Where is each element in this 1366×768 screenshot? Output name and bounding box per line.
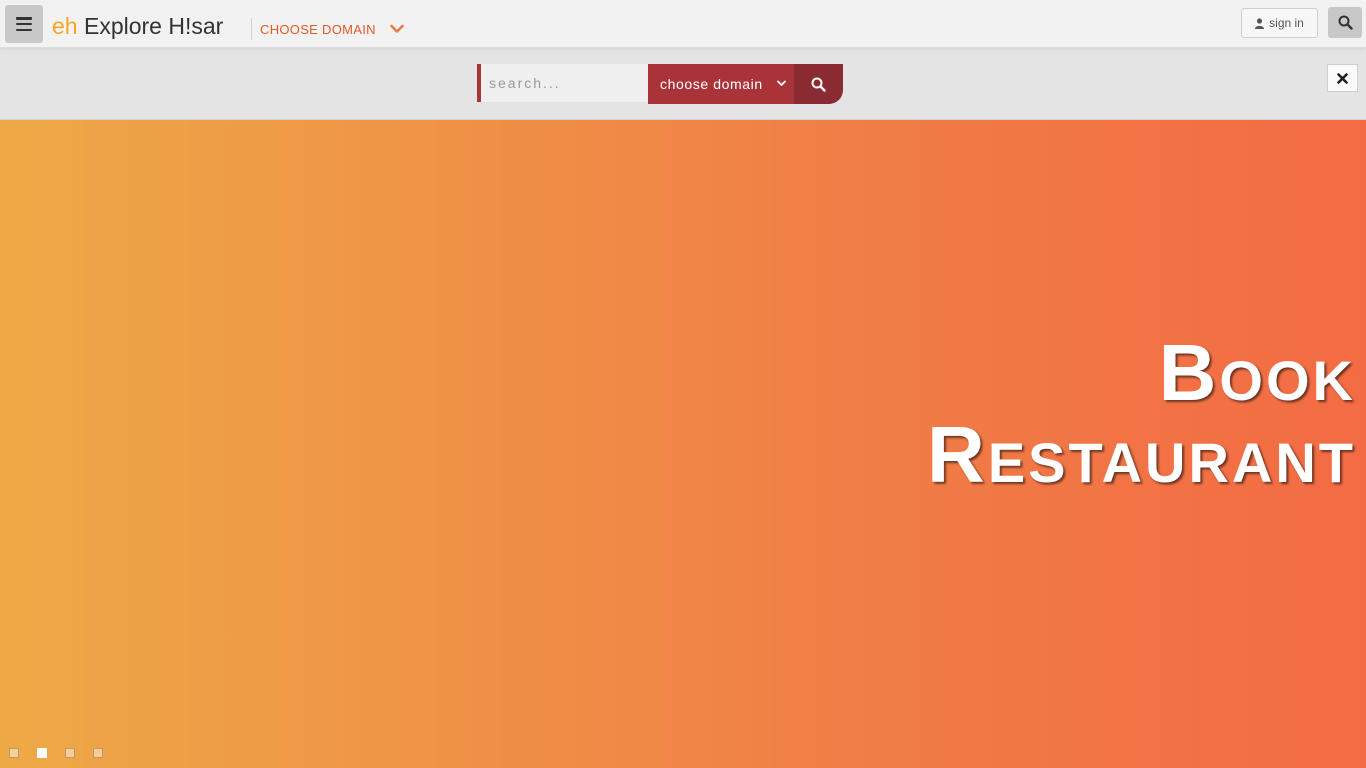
close-icon <box>1337 72 1348 84</box>
top-navbar: eh Explore H!sar CHOOSE DOMAIN sign in <box>0 0 1366 48</box>
close-search-button[interactable] <box>1327 64 1358 92</box>
search-submit-button[interactable] <box>794 64 843 104</box>
search-icon <box>811 77 826 92</box>
hero-slider: Book Restaurant <box>0 120 1366 768</box>
hero-title-line-2: Restaurant <box>927 410 1356 499</box>
brand-prefix: eh <box>52 13 78 39</box>
slider-pagination <box>9 748 103 758</box>
chevron-down-icon <box>777 80 786 86</box>
domain-select[interactable]: choose domain <box>648 64 794 104</box>
hero-title-line-1: Book <box>1158 328 1356 417</box>
brand-name: Explore H!sar <box>83 13 224 39</box>
slider-dot[interactable] <box>65 748 75 758</box>
user-icon <box>1255 17 1265 29</box>
slider-dot[interactable] <box>93 748 103 758</box>
hero-title: Book Restaurant <box>927 332 1356 496</box>
sign-in-button[interactable]: sign in <box>1241 8 1318 38</box>
search-input[interactable] <box>477 64 648 102</box>
search-icon <box>1338 15 1353 30</box>
chevron-down-icon <box>390 24 404 33</box>
choose-domain-dropdown[interactable]: CHOOSE DOMAIN <box>251 18 404 40</box>
sign-in-label: sign in <box>1269 16 1304 30</box>
choose-domain-label: CHOOSE DOMAIN <box>260 21 376 37</box>
search-panel: choose domain <box>0 48 1366 120</box>
slider-dot[interactable] <box>9 748 19 758</box>
brand-logo[interactable]: eh Explore H!sar <box>52 12 223 40</box>
toggle-search-button[interactable] <box>1328 7 1362 38</box>
hamburger-menu-icon <box>16 17 32 31</box>
menu-button[interactable] <box>5 5 43 43</box>
slider-dot[interactable] <box>37 748 47 758</box>
domain-select-value: choose domain <box>660 76 763 92</box>
